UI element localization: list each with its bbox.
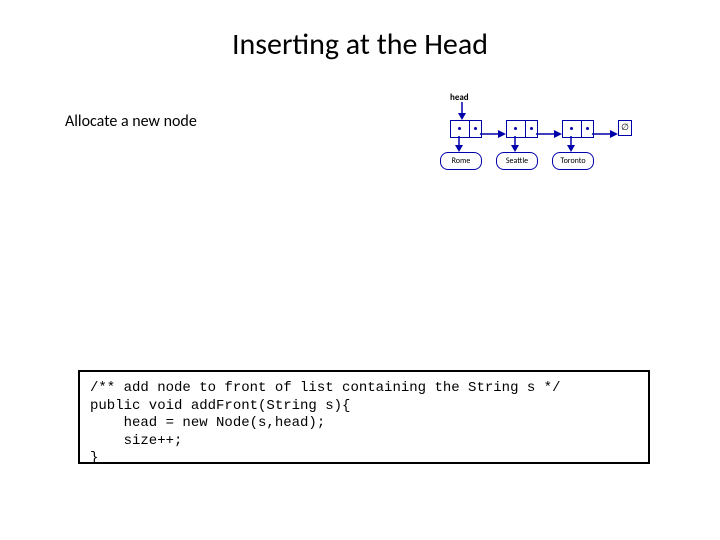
- slide-title: Inserting at the Head: [0, 26, 720, 63]
- code-snippet: /** add node to front of list containing…: [78, 370, 650, 464]
- code-line: size++;: [90, 433, 182, 449]
- null-terminator: ∅: [618, 120, 632, 136]
- code-line: head = new Node(s,head);: [90, 415, 325, 431]
- data-value: Rome: [440, 152, 482, 170]
- linked-list-diagram: head: [428, 92, 662, 188]
- next-pointer-arrow: [592, 125, 620, 144]
- data-value: Toronto: [552, 152, 594, 170]
- step-caption: Allocate a new node: [65, 112, 197, 131]
- code-line: }: [90, 450, 98, 466]
- next-pointer-arrow: [480, 125, 508, 144]
- code-line: /** add node to front of list containing…: [90, 380, 560, 396]
- next-pointer-arrow: [536, 125, 564, 144]
- data-value: Seattle: [496, 152, 538, 170]
- code-line: public void addFront(String s){: [90, 398, 350, 414]
